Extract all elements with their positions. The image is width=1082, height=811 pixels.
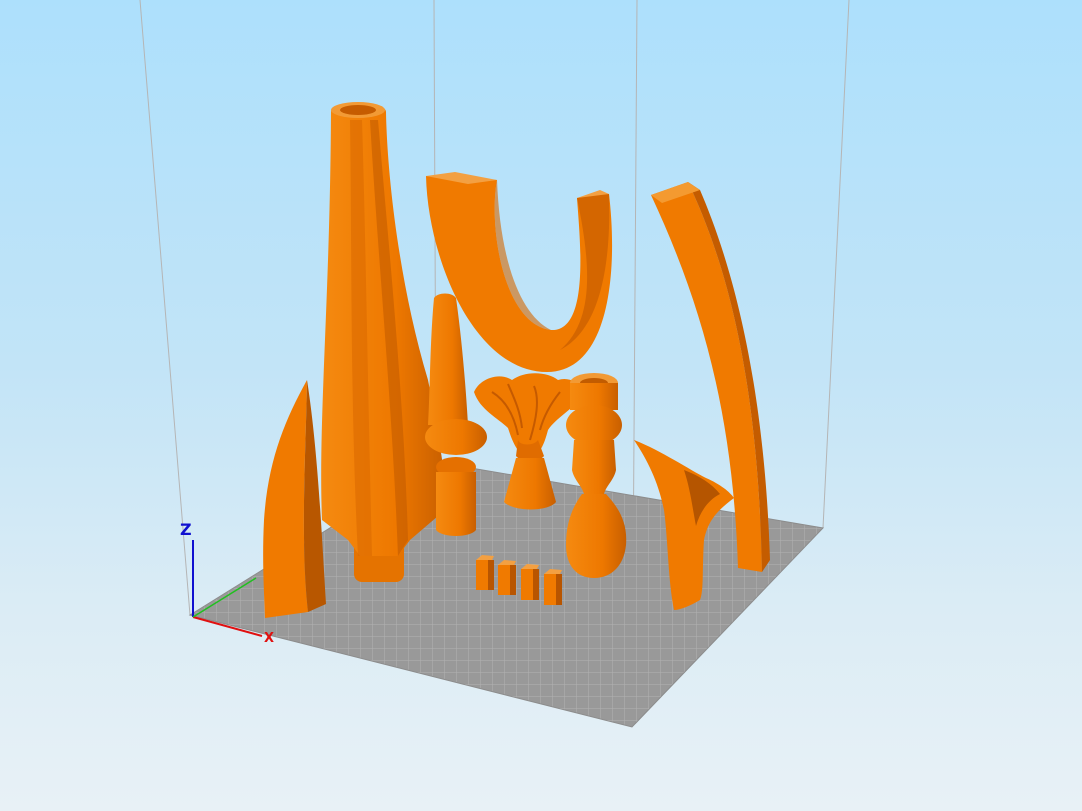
peg-1	[476, 555, 494, 590]
baluster-column-model[interactable]	[566, 373, 627, 578]
3d-viewport[interactable]: Z X	[0, 0, 1082, 811]
x-axis-label: X	[264, 631, 274, 646]
peg-2	[498, 560, 516, 595]
peg-3	[521, 564, 539, 600]
tall-fluted-vase-model[interactable]	[321, 102, 446, 582]
pointed-leaf-spike-model[interactable]	[263, 380, 326, 618]
scene-canvas[interactable]: Z X	[0, 0, 1082, 811]
z-axis-label: Z	[180, 520, 192, 539]
peg-4	[544, 569, 562, 605]
